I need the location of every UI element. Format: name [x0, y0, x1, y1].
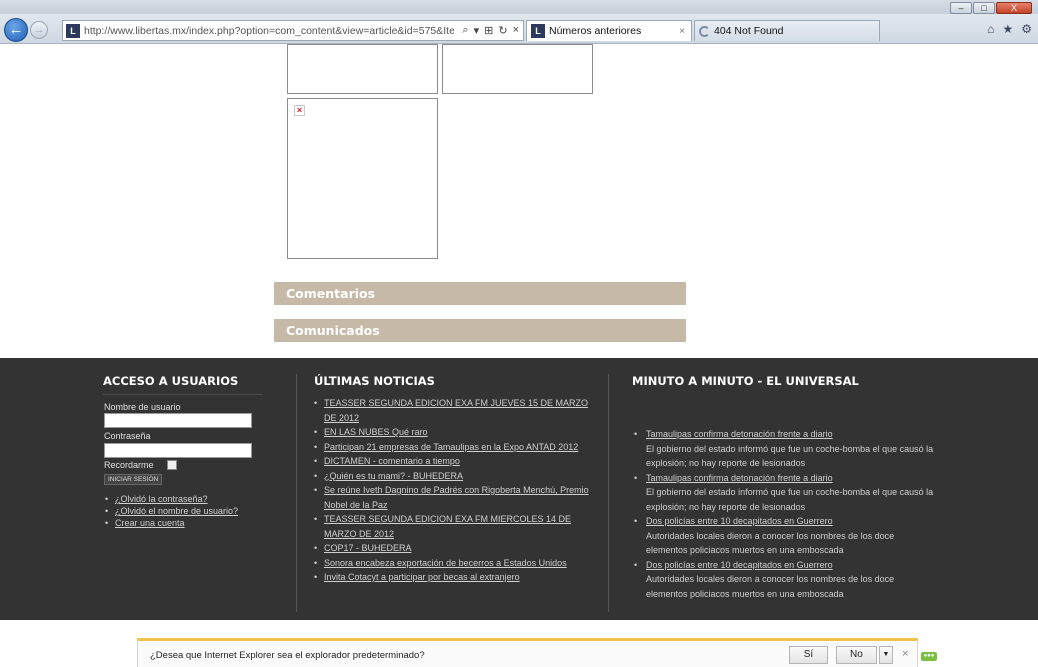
refresh-icon[interactable]: ↻: [498, 24, 507, 37]
stop-icon[interactable]: ×: [513, 24, 519, 37]
site-favicon-icon: L: [66, 23, 80, 38]
back-button[interactable]: ←: [4, 18, 28, 42]
forgot-password-link[interactable]: ¿Olvidó la contraseña?: [105, 493, 238, 505]
close-window-button[interactable]: X: [996, 2, 1032, 14]
site-favicon-icon: L: [531, 24, 545, 38]
favorites-star-icon[interactable]: ★: [1002, 22, 1013, 36]
news-link[interactable]: Invita Cotacyt a participar por becas al…: [314, 570, 594, 585]
tab-label: Números anteriores: [549, 25, 642, 37]
loading-spinner-icon: [699, 25, 710, 37]
column-divider: [296, 374, 297, 612]
compatibility-view-icon[interactable]: ⊞: [484, 24, 493, 37]
login-button[interactable]: INICIAR SESIÓN: [104, 474, 163, 485]
password-input[interactable]: [104, 443, 252, 458]
news-link[interactable]: Participan 21 empresas de Tamaulipas en …: [314, 440, 594, 455]
acceso-heading: ACCESO A USUARIOS: [103, 374, 239, 388]
minuto-item-link[interactable]: Tamaulipas confirma detonación frente a …: [646, 471, 934, 486]
image-placeholder: [287, 44, 438, 94]
news-link[interactable]: TEASSER SEGUNDA EDICION EXA FM MIERCOLES…: [314, 512, 594, 541]
tab-numeros-anteriores[interactable]: L Números anteriores ×: [526, 20, 692, 41]
toolbar-icons: ⌂ ★ ⚙: [987, 22, 1032, 36]
minuto-item-desc: Autoridades locales dieron a conocer los…: [646, 574, 895, 599]
minuto-item: Dos policías entre 10 decapitados en Gue…: [634, 514, 934, 558]
remember-checkbox[interactable]: [167, 460, 177, 470]
image-placeholder: [442, 44, 593, 94]
minuto-item-desc: El gobierno del estado informó que fue u…: [646, 487, 934, 512]
ultimas-noticias-heading: ÚLTIMAS NOTICIAS: [314, 374, 435, 388]
notification-text: ¿Desea que Internet Explorer sea el expl…: [150, 650, 425, 661]
username-input[interactable]: [104, 413, 252, 428]
minimize-button[interactable]: –: [950, 2, 972, 14]
default-browser-notification-bar: ¿Desea que Internet Explorer sea el expl…: [137, 638, 918, 667]
maximize-button[interactable]: □: [973, 2, 995, 14]
news-link[interactable]: DICTAMEN - comentario a tiempo: [314, 454, 594, 469]
broken-image-icon: ×: [294, 105, 305, 116]
minuto-item: Tamaulipas confirma detonación frente a …: [634, 427, 934, 471]
no-button[interactable]: No: [836, 646, 877, 664]
forward-button[interactable]: →: [30, 21, 48, 39]
browser-chrome: – □ X ← → L http://www.libertas.mx/index…: [0, 0, 1038, 44]
address-tools: ⌕ ▾ ⊞ ↻ ×: [462, 24, 523, 37]
news-list: TEASSER SEGUNDA EDICION EXA FM JUEVES 15…: [314, 396, 594, 585]
minuto-item: Dos policías entre 10 decapitados en Gue…: [634, 558, 934, 602]
url-text[interactable]: http://www.libertas.mx/index.php?option=…: [84, 25, 454, 37]
chevron-down-icon[interactable]: ▼: [879, 646, 893, 664]
create-account-link[interactable]: Crear una cuenta: [105, 517, 238, 529]
home-icon[interactable]: ⌂: [987, 22, 994, 36]
search-icon[interactable]: ⌕: [462, 24, 468, 37]
heading-divider: [103, 394, 263, 395]
user-links: ¿Olvidó la contraseña? ¿Olvidó el nombre…: [105, 493, 238, 529]
image-placeholder: ×: [287, 98, 438, 259]
minuto-list: Tamaulipas confirma detonación frente a …: [634, 427, 934, 601]
news-link[interactable]: Sonora encabeza exportación de becerros …: [314, 556, 594, 571]
settings-gear-icon[interactable]: ⚙: [1021, 22, 1032, 36]
remember-label: Recordarme: [104, 460, 154, 470]
news-link[interactable]: COP17 - BUHEDERA: [314, 541, 594, 556]
window-controls: – □ X: [950, 2, 1032, 14]
close-icon[interactable]: ×: [902, 648, 908, 660]
forgot-username-link[interactable]: ¿Olvidó el nombre de usuario?: [105, 505, 238, 517]
tab-label: 404 Not Found: [714, 25, 784, 37]
accordion-comentarios[interactable]: Comentarios: [274, 282, 686, 305]
news-link[interactable]: EN LAS NUBES Qué raro: [314, 425, 594, 440]
username-label: Nombre de usuario: [104, 402, 181, 412]
minuto-item-link[interactable]: Tamaulipas confirma detonación frente a …: [646, 427, 934, 442]
minuto-item-desc: El gobierno del estado informó que fue u…: [646, 443, 934, 469]
news-link[interactable]: ¿Quién es tu mami? - BUHEDERA: [314, 469, 594, 484]
minuto-item-desc: Autoridades locales dieron a conocer los…: [646, 530, 895, 556]
yes-button[interactable]: Sí: [789, 646, 828, 664]
tab-404-not-found[interactable]: 404 Not Found: [694, 20, 880, 41]
column-divider: [608, 374, 609, 612]
minuto-item-link[interactable]: Dos policías entre 10 decapitados en Gue…: [646, 514, 934, 529]
password-label: Contraseña: [104, 431, 151, 441]
news-link[interactable]: Se reúne Iveth Dagnino de Padrés con Rig…: [314, 483, 594, 512]
addon-badge-icon[interactable]: ●●●: [921, 652, 937, 661]
news-link[interactable]: TEASSER SEGUNDA EDICION EXA FM JUEVES 15…: [314, 396, 594, 425]
accordion-comunicados[interactable]: Comunicados: [274, 319, 686, 342]
minuto-item: Tamaulipas confirma detonación frente a …: [634, 471, 934, 515]
title-bar: [0, 0, 1038, 14]
address-bar[interactable]: L http://www.libertas.mx/index.php?optio…: [62, 20, 524, 41]
dropdown-icon[interactable]: ▾: [474, 24, 480, 37]
minuto-a-minuto-heading: MINUTO A MINUTO - EL UNIVERSAL: [632, 374, 859, 388]
minuto-item-link[interactable]: Dos policías entre 10 decapitados en Gue…: [646, 558, 934, 573]
tab-close-icon[interactable]: ×: [679, 26, 685, 37]
